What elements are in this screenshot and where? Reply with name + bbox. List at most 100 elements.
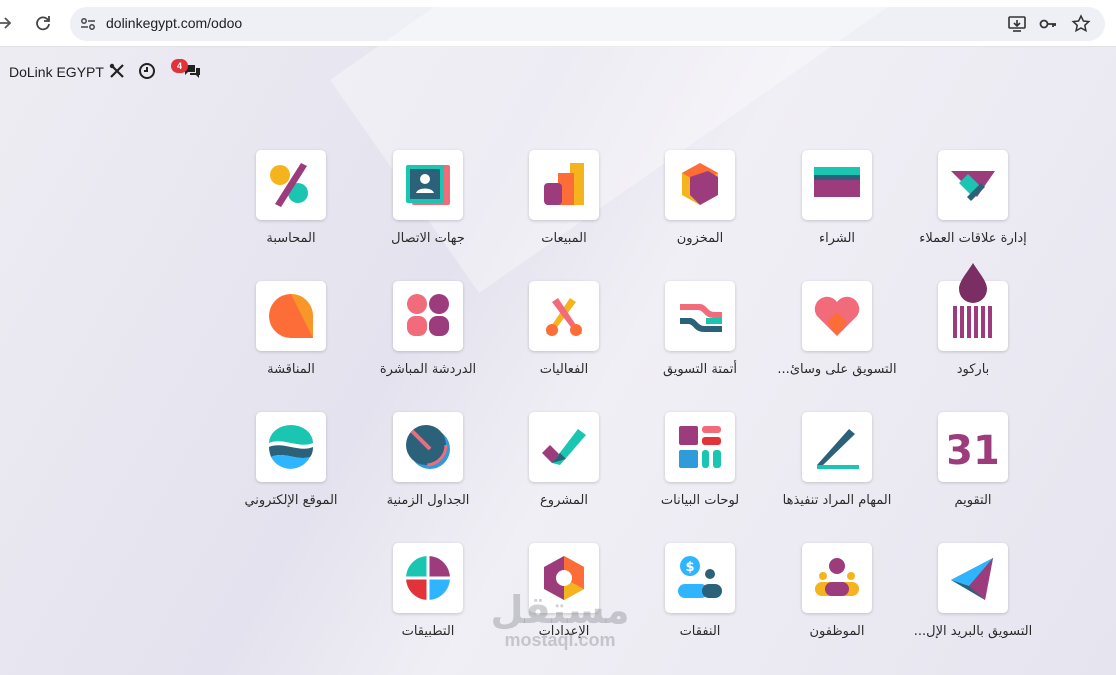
app-label: النفقات bbox=[679, 624, 721, 639]
activity-clock-icon[interactable] bbox=[138, 62, 156, 80]
app-todo[interactable]: المهام المراد تنفيذها bbox=[767, 412, 907, 522]
app-tile[interactable] bbox=[938, 543, 1008, 613]
address-bar[interactable]: dolinkegypt.com/odoo bbox=[70, 7, 1105, 41]
inventory-icon bbox=[682, 163, 718, 205]
app-tile[interactable] bbox=[393, 412, 463, 482]
app-tile[interactable] bbox=[665, 281, 735, 351]
app-label: المناقشة bbox=[267, 362, 315, 377]
app-tile[interactable] bbox=[256, 150, 326, 220]
app-tile[interactable]: $ bbox=[665, 543, 735, 613]
app-tile[interactable] bbox=[529, 412, 599, 482]
app-tile[interactable] bbox=[802, 412, 872, 482]
app-tile[interactable] bbox=[529, 150, 599, 220]
ink-drop-icon bbox=[959, 263, 987, 303]
app-employees[interactable]: الموظفون bbox=[767, 543, 907, 653]
app-label: باركود bbox=[956, 362, 990, 377]
app-accounting[interactable]: المحاسبة bbox=[221, 150, 361, 260]
live-chat-icon bbox=[407, 294, 449, 336]
purchase-icon bbox=[814, 167, 860, 197]
app-label: لوحات البيانات bbox=[660, 493, 740, 508]
app-label: التسويق بالبريد الإل... bbox=[913, 624, 1033, 639]
app-purchase[interactable]: الشراء bbox=[767, 150, 907, 260]
bookmark-star-icon[interactable] bbox=[1071, 14, 1091, 34]
discuss-icon bbox=[269, 294, 313, 338]
watermark-arabic: مستقل bbox=[490, 588, 630, 632]
calendar-icon: 31 bbox=[949, 428, 997, 471]
company-name[interactable]: DoLink EGYPT bbox=[9, 64, 104, 80]
forward-arrow-icon[interactable] bbox=[0, 12, 16, 34]
apps-icon bbox=[404, 554, 452, 602]
marketing-automation-icon bbox=[680, 304, 722, 332]
app-apps[interactable]: التطبيقات bbox=[358, 543, 498, 653]
app-label: الدردشة المباشرة bbox=[379, 362, 477, 377]
app-label: التقويم bbox=[954, 493, 992, 508]
app-sales[interactable]: المبيعات bbox=[494, 150, 634, 260]
watermark: مستقل mostaql.com bbox=[490, 590, 630, 660]
app-label: الموظفون bbox=[809, 624, 865, 639]
app-label: الجداول الزمنية bbox=[386, 493, 470, 508]
crm-icon bbox=[951, 171, 995, 201]
todo-icon bbox=[817, 429, 859, 469]
expenses-icon: $ bbox=[678, 556, 722, 598]
project-icon bbox=[542, 429, 586, 465]
sales-icon bbox=[544, 163, 584, 205]
events-icon bbox=[546, 298, 582, 336]
app-label: التطبيقات bbox=[401, 624, 455, 639]
app-live-chat[interactable]: الدردشة المباشرة bbox=[358, 281, 498, 391]
contacts-icon bbox=[406, 165, 450, 205]
app-label: المشروع bbox=[540, 493, 588, 508]
app-label: التسويق على وسائ... bbox=[777, 362, 897, 377]
app-label: الفعاليات bbox=[539, 362, 589, 377]
app-website[interactable]: الموقع الإلكتروني bbox=[221, 412, 361, 522]
app-barcode[interactable]: باركود bbox=[903, 263, 1043, 391]
app-dashboards[interactable]: لوحات البيانات bbox=[630, 412, 770, 522]
site-settings-icon[interactable] bbox=[78, 14, 98, 34]
app-label: جهات الاتصال bbox=[391, 231, 465, 246]
app-marketing-automation[interactable]: أتمتة التسويق bbox=[630, 281, 770, 391]
password-key-icon[interactable] bbox=[1038, 14, 1058, 34]
debug-tools-icon[interactable] bbox=[108, 62, 126, 80]
app-events[interactable]: الفعاليات bbox=[494, 281, 634, 391]
app-tile[interactable] bbox=[393, 543, 463, 613]
app-tile[interactable] bbox=[802, 281, 872, 351]
app-crm[interactable]: إدارة علاقات العملاء bbox=[903, 150, 1043, 260]
app-tile[interactable] bbox=[529, 281, 599, 351]
reload-icon[interactable] bbox=[32, 12, 54, 34]
url-text[interactable]: dolinkegypt.com/odoo bbox=[106, 15, 242, 31]
accounting-icon bbox=[270, 163, 308, 207]
app-tile[interactable] bbox=[393, 150, 463, 220]
app-tile[interactable] bbox=[256, 412, 326, 482]
app-tile[interactable] bbox=[802, 543, 872, 613]
app-contacts[interactable]: جهات الاتصال bbox=[358, 150, 498, 260]
app-tile[interactable] bbox=[393, 281, 463, 351]
app-label: الشراء bbox=[818, 231, 856, 246]
app-tile[interactable]: 31 bbox=[938, 412, 1008, 482]
email-marketing-icon bbox=[951, 558, 993, 600]
app-label: المبيعات bbox=[541, 231, 587, 246]
website-icon bbox=[269, 425, 313, 469]
app-label: أتمتة التسويق bbox=[662, 362, 738, 377]
app-tile[interactable] bbox=[802, 150, 872, 220]
calendar-day-text: 31 bbox=[949, 428, 997, 471]
app-label: إدارة علاقات العملاء bbox=[919, 231, 1027, 246]
chat-count-badge: 4 bbox=[171, 59, 188, 73]
app-calendar[interactable]: 31 التقويم bbox=[903, 412, 1043, 522]
app-email-marketing[interactable]: التسويق بالبريد الإل... bbox=[903, 543, 1043, 653]
app-tile[interactable] bbox=[256, 281, 326, 351]
app-label: المخزون bbox=[676, 231, 724, 246]
install-app-icon[interactable] bbox=[1007, 14, 1027, 34]
app-label: المهام المراد تنفيذها bbox=[782, 493, 892, 508]
app-expenses[interactable]: $ النفقات bbox=[630, 543, 770, 653]
app-timesheets[interactable]: الجداول الزمنية bbox=[358, 412, 498, 522]
employees-icon bbox=[815, 558, 859, 596]
app-project[interactable]: المشروع bbox=[494, 412, 634, 522]
app-inventory[interactable]: المخزون bbox=[630, 150, 770, 260]
dashboards-icon bbox=[679, 426, 721, 468]
app-tile[interactable] bbox=[938, 263, 1008, 351]
app-social-marketing[interactable]: التسويق على وسائ... bbox=[767, 281, 907, 391]
timesheets-icon bbox=[404, 423, 450, 469]
app-tile[interactable] bbox=[665, 150, 735, 220]
app-discuss[interactable]: المناقشة bbox=[221, 281, 361, 391]
app-tile[interactable] bbox=[665, 412, 735, 482]
app-tile[interactable] bbox=[938, 150, 1008, 220]
